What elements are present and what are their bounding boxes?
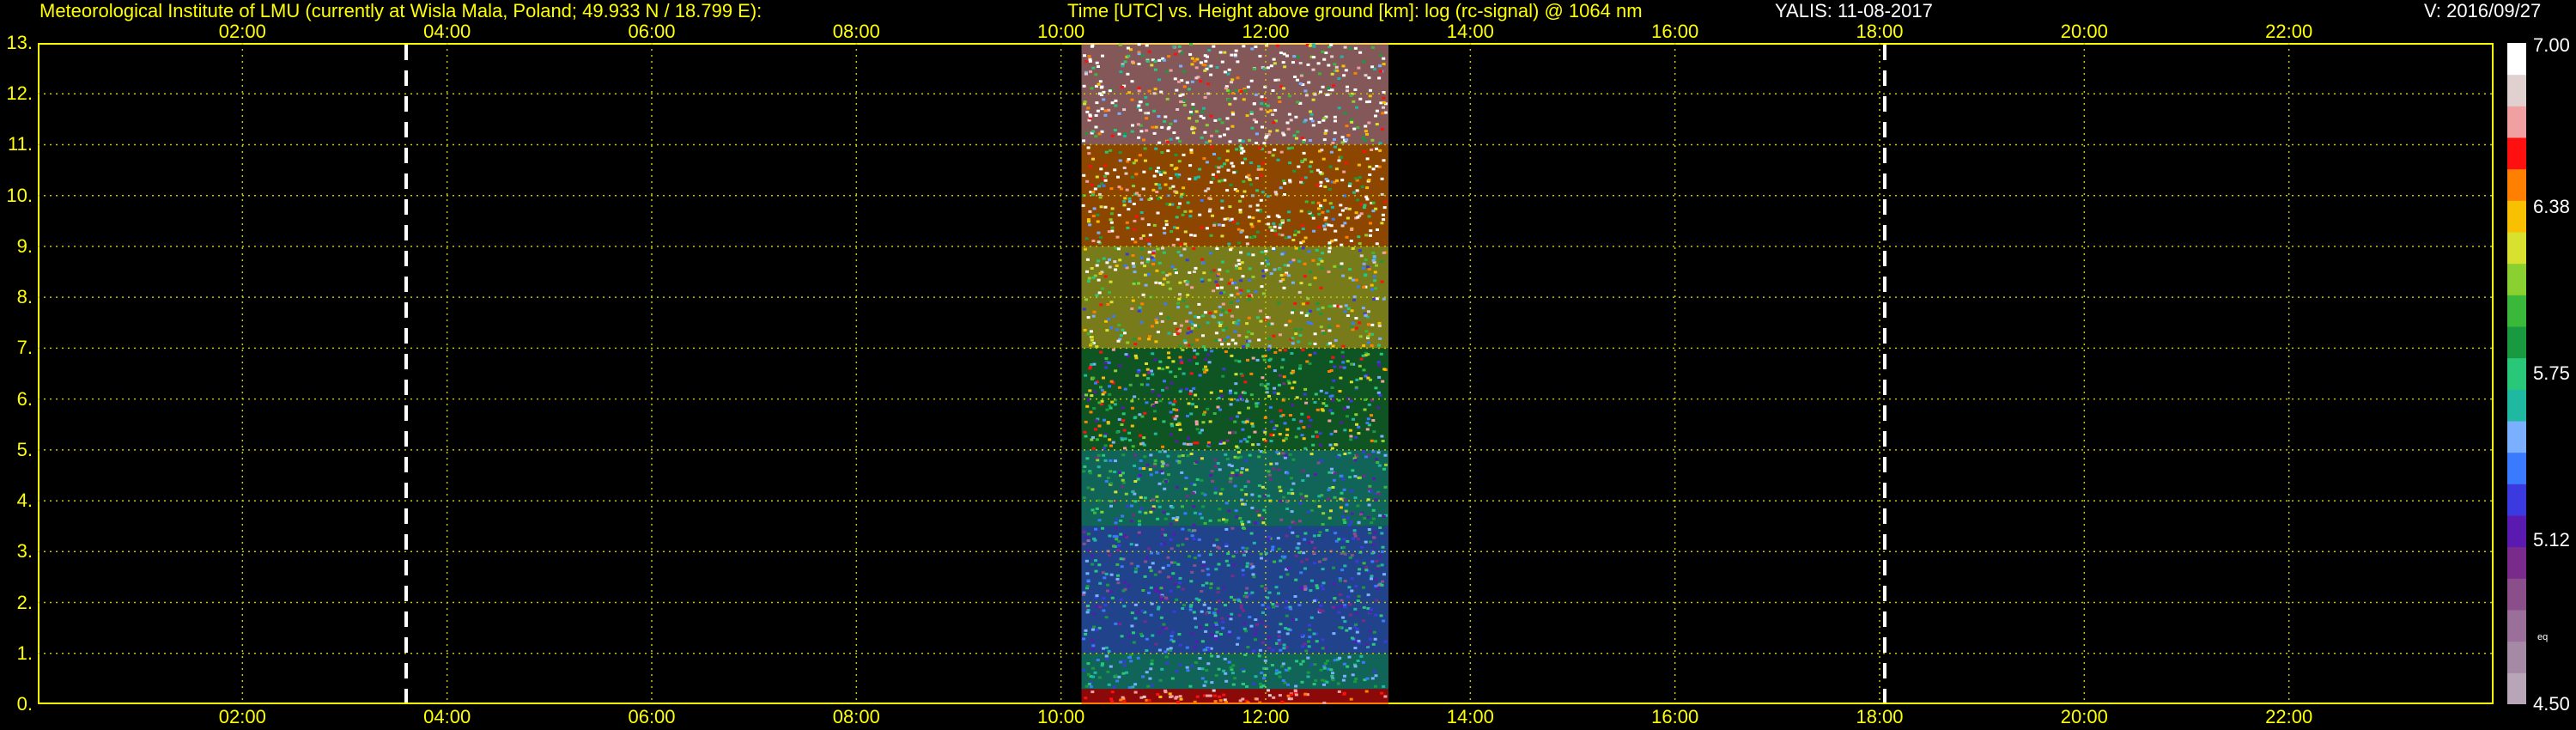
colorbar-segment	[2507, 326, 2526, 359]
colorbar-segment	[2507, 610, 2526, 642]
x-tick-label: 12:00	[1242, 706, 1290, 727]
colorbar-segment	[2507, 578, 2526, 611]
data-band-layer	[1081, 449, 1388, 526]
y-tick-label: 4.	[16, 490, 33, 512]
colorbar-tick-label: 5.75	[2533, 362, 2570, 384]
x-tick-label: 06:00	[628, 21, 676, 42]
colorbar-tick-label: 6.38	[2533, 195, 2570, 217]
colorbar-segment	[2507, 389, 2526, 422]
colorbar-segment	[2507, 168, 2526, 201]
colorbar-segment	[2507, 484, 2526, 516]
colorbar-segment	[2507, 232, 2526, 265]
x-tick-label: 14:00	[1446, 706, 1494, 727]
x-tick-label: 06:00	[628, 706, 676, 727]
colorbar-segment	[2507, 263, 2526, 295]
colorbar-segment	[2507, 357, 2526, 390]
y-tick-label: 10.	[6, 184, 33, 206]
x-tick-label: 22:00	[2265, 21, 2313, 42]
colorbar-segment	[2507, 452, 2526, 484]
colorbar-segment	[2507, 43, 2526, 76]
x-tick-label: 20:00	[2060, 21, 2108, 42]
y-tick-label: 2.	[16, 591, 33, 613]
x-tick-label: 20:00	[2060, 706, 2108, 727]
data-band-layer	[1081, 689, 1388, 704]
y-tick-label: 1.	[16, 642, 33, 664]
y-tick-label: 3.	[16, 540, 33, 563]
colorbar-segment	[2507, 106, 2526, 138]
y-tick-label: 13.	[6, 32, 33, 53]
x-tick-label: 02:00	[218, 706, 266, 727]
x-tick-label: 10:00	[1037, 706, 1085, 727]
colorbar-segment	[2507, 421, 2526, 453]
x-tick-label: 18:00	[1856, 21, 1904, 42]
y-tick-label: 5.	[16, 438, 33, 460]
x-tick-label: 08:00	[832, 706, 880, 727]
x-tick-label: 04:00	[423, 21, 471, 42]
y-tick-label: 6.	[16, 387, 33, 410]
colorbar-tick-label: 4.50	[2533, 693, 2570, 715]
x-tick-label: 08:00	[832, 21, 880, 42]
y-tick-label: 0.	[16, 693, 33, 715]
x-tick-label: 04:00	[423, 706, 471, 727]
x-tick-label: 22:00	[2265, 706, 2313, 727]
colorbar-segment	[2507, 295, 2526, 327]
y-tick-label: 11.	[8, 133, 33, 155]
colorbar-tick-label: 7.00	[2533, 34, 2570, 56]
colorbar-segment	[2507, 200, 2526, 233]
x-tick-label: 10:00	[1037, 21, 1085, 42]
x-tick-label: 16:00	[1651, 21, 1699, 42]
colorbar-segment	[2507, 672, 2526, 704]
y-tick-label: 8.	[16, 286, 33, 308]
x-tick-label: 16:00	[1651, 706, 1699, 727]
y-tick-label: 7.	[16, 337, 33, 359]
x-tick-label: 12:00	[1242, 21, 1290, 42]
colorbar-sublabel: eq	[2537, 632, 2549, 642]
x-tick-label: 14:00	[1446, 21, 1494, 42]
y-tick-label: 9.	[16, 234, 33, 257]
x-tick-label: 18:00	[1856, 706, 1904, 727]
colorbar-segment	[2507, 137, 2526, 170]
colorbar-tick-label: 5.12	[2533, 529, 2570, 551]
y-tick-label: 12.	[6, 82, 33, 105]
colorbar-segment	[2507, 515, 2526, 548]
chart-canvas	[38, 43, 2494, 704]
x-tick-label: 02:00	[218, 21, 266, 42]
colorbar-segment	[2507, 546, 2526, 579]
colorbar-segment	[2507, 74, 2526, 106]
colorbar	[2507, 43, 2526, 704]
colorbar-segment	[2507, 641, 2526, 673]
